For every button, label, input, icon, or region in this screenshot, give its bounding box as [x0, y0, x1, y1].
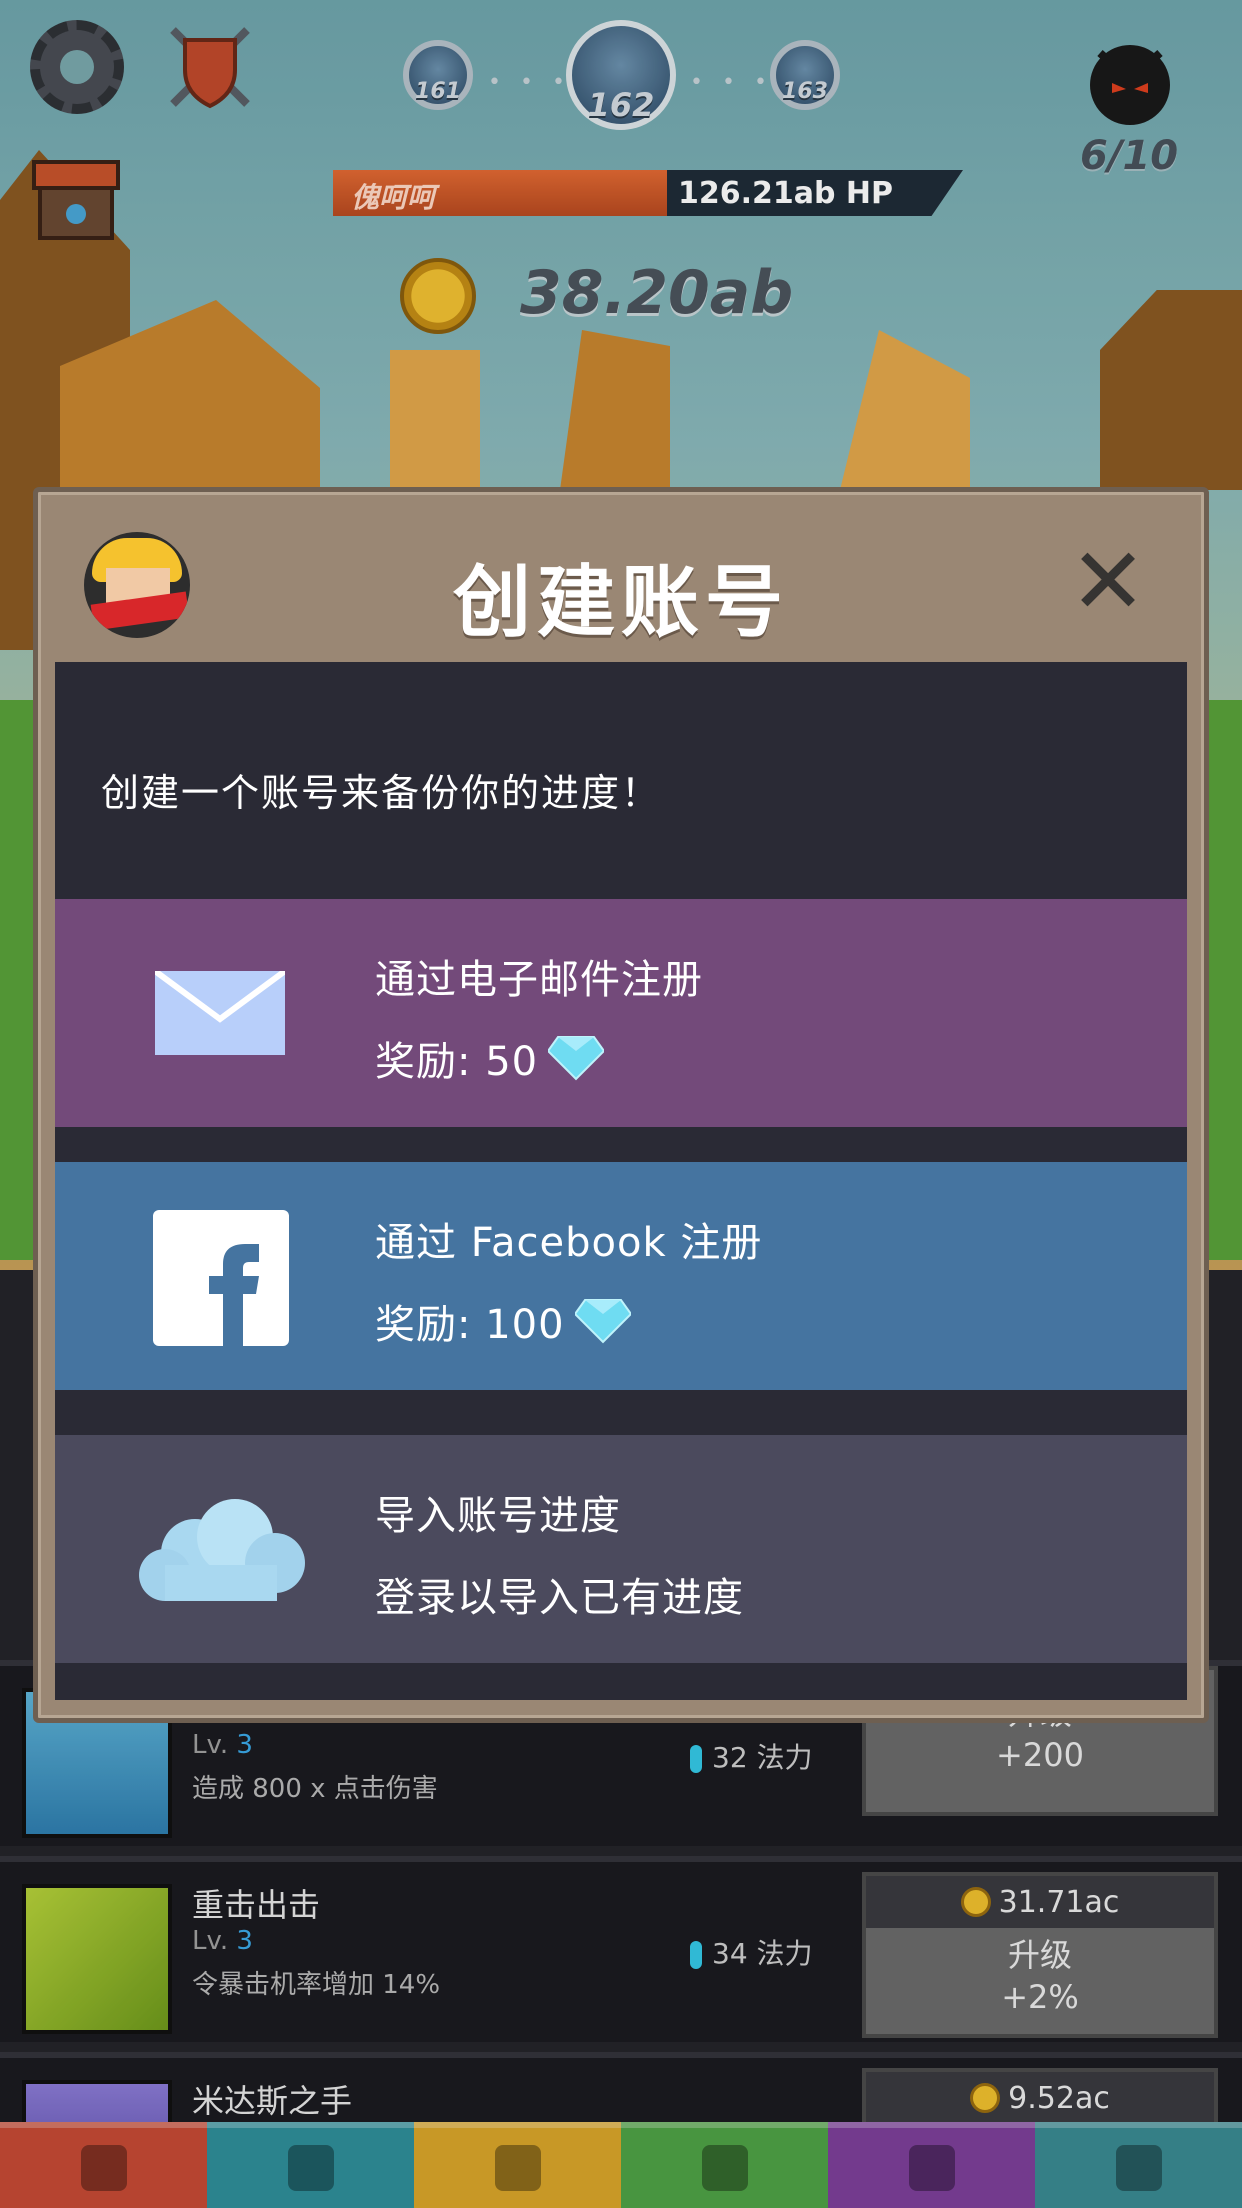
email-option-reward: 奖励: 50: [375, 1029, 605, 1087]
facebook-icon: [153, 1210, 289, 1346]
diamond-icon: [548, 1036, 605, 1081]
email-option-title: 通过电子邮件注册: [375, 957, 703, 1003]
import-option-title: 导入账号进度: [375, 1493, 621, 1539]
register-email-button[interactable]: 通过电子邮件注册 奖励: 50: [55, 899, 1187, 1127]
envelope-icon: [155, 971, 285, 1055]
create-account-dialog: 创建账号 ✕ 创建一个账号来备份你的进度！ 通过电子邮件注册 奖励: 50 通过…: [33, 487, 1209, 1723]
register-facebook-button[interactable]: 通过 Facebook 注册 奖励: 100: [55, 1162, 1187, 1390]
import-option-subtitle: 登录以导入已有进度: [375, 1575, 744, 1621]
close-icon[interactable]: ✕: [1068, 536, 1148, 628]
intro-text: 创建一个账号来备份你的进度！: [101, 771, 662, 815]
facebook-option-title: 通过 Facebook 注册: [375, 1220, 763, 1266]
dialog-body: 创建一个账号来备份你的进度！ 通过电子邮件注册 奖励: 50 通过 Facebo…: [55, 662, 1187, 1700]
diamond-icon: [574, 1299, 631, 1344]
cloud-icon: [139, 1499, 305, 1601]
import-progress-button[interactable]: 导入账号进度 登录以导入已有进度: [55, 1435, 1187, 1663]
facebook-option-reward: 奖励: 100: [375, 1292, 631, 1350]
dialog-title: 创建账号: [452, 558, 789, 648]
